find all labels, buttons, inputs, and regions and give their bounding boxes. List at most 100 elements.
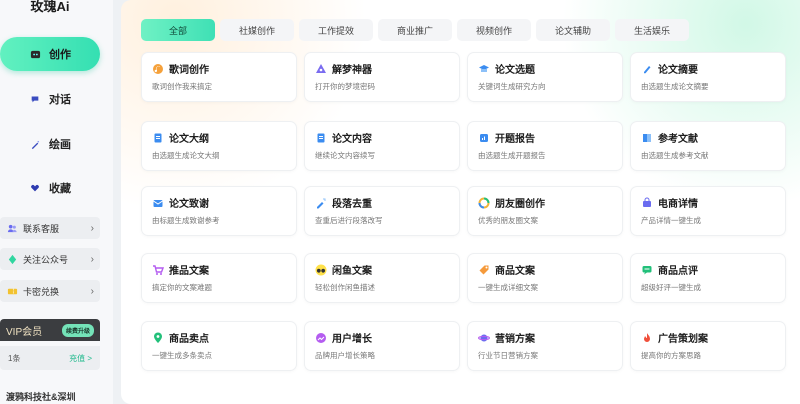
tool-card[interactable]: 论文选题 关键词生成研究方向 xyxy=(467,52,623,102)
nav-label: 收藏 xyxy=(49,183,71,195)
card-description: 打开你的梦境密码 xyxy=(315,82,375,91)
tool-card[interactable]: 用户增长 品牌用户增长策略 xyxy=(304,321,460,371)
recharge-link[interactable]: 充值 > xyxy=(69,353,92,364)
category-tabs: 全部 社媒创作 工作提效 商业推广 视频创作 论文辅助 生活娱乐 xyxy=(141,19,689,41)
card-description: 一键生成详细文案 xyxy=(478,283,538,292)
tool-card[interactable]: 朋友圈创作优秀的朋友圈文案 xyxy=(467,186,623,236)
card-description: 由标题生成致谢参考 xyxy=(152,216,220,225)
card-title-row: 用户增长 xyxy=(315,330,372,345)
tool-card[interactable]: 商品卖点 一键生成多条卖点 xyxy=(141,321,297,371)
diamond-icon xyxy=(6,253,18,265)
card-title: 论文内容 xyxy=(332,134,372,145)
tool-card[interactable]: 广告策划案 提高你的方案思路 xyxy=(630,321,786,371)
tool-card[interactable]: 论文致谢由标题生成致谢参考 xyxy=(141,186,297,236)
nav-item-draw[interactable]: 绘画 xyxy=(0,127,100,161)
card-title: 商品卖点 xyxy=(169,334,209,345)
card-description: 超级好评一键生成 xyxy=(641,283,701,292)
moments-icon xyxy=(478,197,490,209)
tab-work-efficiency[interactable]: 工作提效 xyxy=(299,19,373,41)
card-title-row: ●● 闲鱼文案 xyxy=(315,262,372,277)
svg-text:●●: ●● xyxy=(317,268,326,274)
nav-item-chat[interactable]: 对话 xyxy=(0,82,100,116)
brand-logo: 玫瑰Ai xyxy=(30,0,70,14)
dream-icon xyxy=(315,63,327,75)
comment-icon xyxy=(641,264,653,276)
heart-icon xyxy=(29,182,41,194)
tab-life-entertainment[interactable]: 生活娱乐 xyxy=(615,19,689,41)
music-icon xyxy=(152,63,164,75)
link-label: 联系客服 xyxy=(23,223,60,234)
tab-video-creation[interactable]: 视频创作 xyxy=(457,19,531,41)
tab-social-media[interactable]: 社媒创作 xyxy=(220,19,294,41)
follow-account-link[interactable]: 关注公众号 › xyxy=(0,248,100,270)
main-panel: 全部 社媒创作 工作提效 商业推广 视频创作 论文辅助 生活娱乐 歌词创作 歌词创… xyxy=(121,0,800,404)
nav-label: 创作 xyxy=(49,49,71,61)
card-title: 商品点评 xyxy=(658,266,698,277)
card-title-row: 开题报告 xyxy=(478,130,535,145)
card-title: 论文摘要 xyxy=(658,65,698,76)
chevron-right-icon: › xyxy=(90,222,94,234)
card-description: 歌词创作我来搞定 xyxy=(152,82,212,91)
tool-card[interactable]: 电商详情 产品详情一键生成 xyxy=(630,186,786,236)
planet-icon xyxy=(478,332,490,344)
tool-card[interactable]: 商品点评超级好评一键生成 xyxy=(630,253,786,303)
tool-card[interactable]: 开题报告 由选题生成开题报告 xyxy=(467,121,623,171)
tool-card[interactable]: 论文内容 继续论文内容续写 xyxy=(304,121,460,171)
card-title-row: 参考文献 xyxy=(641,130,698,145)
document-icon xyxy=(152,132,164,144)
card-title-row: 论文致谢 xyxy=(152,195,209,210)
card-description: 优秀的朋友圈文案 xyxy=(478,216,538,225)
tool-card[interactable]: 营销方案行业节日营销方案 xyxy=(467,321,623,371)
card-description: 提高你的方案思路 xyxy=(641,351,701,360)
card-title: 开题报告 xyxy=(495,134,535,145)
tool-card[interactable]: ●● 闲鱼文案轻松创作闲鱼描述 xyxy=(304,253,460,303)
contact-support-link[interactable]: 联系客服 › xyxy=(0,217,100,239)
chevron-right-icon: › xyxy=(90,285,94,297)
card-description: 查重后进行段落改写 xyxy=(315,216,383,225)
card-title: 解梦神器 xyxy=(332,65,372,76)
nav-item-favorites[interactable]: 收藏 xyxy=(0,171,100,205)
tool-card[interactable]: 论文摘要 由选题生成论文摘要 xyxy=(630,52,786,102)
card-title-row: 解梦神器 xyxy=(315,61,372,76)
location-icon xyxy=(152,332,164,344)
nav-item-create[interactable]: 创作 xyxy=(0,37,100,71)
vip-title: VIP会员 xyxy=(6,326,43,338)
tab-business-promo[interactable]: 商业推广 xyxy=(378,19,452,41)
chat-icon xyxy=(29,93,41,105)
card-title-row: 段落去重 xyxy=(315,195,372,210)
card-description: 由选题生成参考文献 xyxy=(641,151,709,160)
tool-card[interactable]: 参考文献由选题生成参考文献 xyxy=(630,121,786,171)
card-title: 论文大纲 xyxy=(169,134,209,145)
tool-card[interactable]: 商品文案 一键生成详细文案 xyxy=(467,253,623,303)
tab-all[interactable]: 全部 xyxy=(141,19,215,41)
card-title: 推品文案 xyxy=(169,266,209,277)
tool-card[interactable]: 论文大纲 由选题生成论文大纲 xyxy=(141,121,297,171)
tool-card[interactable]: 解梦神器打开你的梦境密码 xyxy=(304,52,460,102)
card-title: 论文致谢 xyxy=(169,199,209,210)
xianyu-icon: ●● xyxy=(315,264,327,276)
tab-paper-assist[interactable]: 论文辅助 xyxy=(536,19,610,41)
document-icon xyxy=(315,132,327,144)
ticket-icon xyxy=(6,285,18,297)
card-description: 行业节日营销方案 xyxy=(478,351,538,360)
tag-icon xyxy=(478,264,490,276)
card-title-row: 朋友圈创作 xyxy=(478,195,545,210)
tool-card[interactable]: 歌词创作 歌词创作我来搞定 xyxy=(141,52,297,102)
card-description: 轻松创作闲鱼描述 xyxy=(315,283,375,292)
pen-icon xyxy=(641,63,653,75)
card-redeem-link[interactable]: 卡密兑换 › xyxy=(0,280,100,302)
vip-upgrade-button[interactable]: 续费升级 xyxy=(61,323,94,337)
create-icon xyxy=(29,48,41,60)
card-title-row: 电商详情 xyxy=(641,195,698,210)
brush-icon xyxy=(29,138,41,150)
tool-card[interactable]: 推品文案搞定你的文案难题 xyxy=(141,253,297,303)
card-title: 营销方案 xyxy=(495,334,535,345)
card-description: 搞定你的文案难题 xyxy=(152,283,212,292)
card-title-row: 论文选题 xyxy=(478,61,535,76)
tool-card[interactable]: 段落去重查重后进行段落改写 xyxy=(304,186,460,236)
report-icon xyxy=(478,132,490,144)
card-title-row: 推品文案 xyxy=(152,262,209,277)
card-title-row: 营销方案 xyxy=(478,330,535,345)
card-title: 朋友圈创作 xyxy=(495,199,545,210)
graduation-icon xyxy=(478,63,490,75)
